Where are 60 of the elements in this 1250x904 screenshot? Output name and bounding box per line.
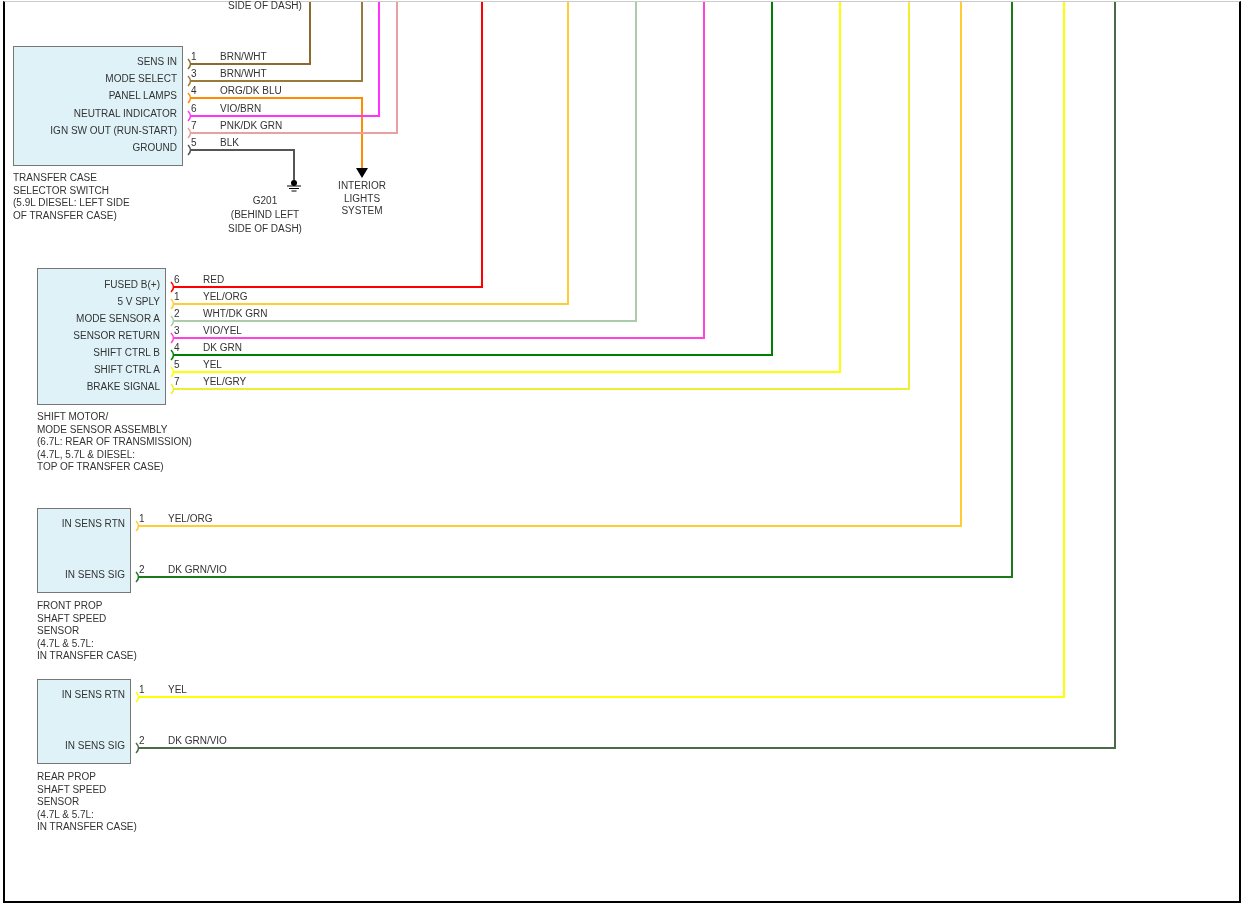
wire-color-label: DK GRN/VIO — [168, 564, 227, 576]
wire-color-label: DK GRN/VIO — [168, 735, 227, 747]
pin-label: IN SENS RTN — [61, 689, 125, 701]
pin-number: 6 — [174, 274, 180, 286]
wire-color-label: DK GRN — [203, 342, 242, 354]
wire-color-label: ORG/DK BLU — [220, 85, 282, 97]
wire-color-label: YEL/GRY — [203, 376, 247, 388]
pin-number: 5 — [191, 137, 197, 149]
destination-label: INTERIOR LIGHTS SYSTEM — [337, 180, 387, 218]
pin-number: 1 — [139, 684, 145, 696]
location-label: SIDE OF DASH) — [228, 0, 302, 12]
pin-number: 7 — [174, 376, 180, 388]
wire-color-label: VIO/BRN — [220, 103, 262, 115]
arrow-head-icon — [356, 168, 368, 178]
pin-number: 1 — [139, 513, 145, 525]
pin-label: SENSOR RETURN — [73, 330, 160, 342]
pin-label: IGN SW OUT (RUN-START) — [50, 125, 177, 137]
pin-number: 4 — [174, 342, 180, 354]
wire-color-label: YEL/ORG — [168, 513, 213, 525]
ground-label: G201 (BEHIND LEFT SIDE OF DASH) — [227, 194, 303, 236]
wire-color-label: BRN/WHT — [220, 51, 267, 63]
pin-number: 3 — [191, 68, 197, 80]
wire-color-label: BLK — [220, 137, 239, 149]
pin-label: MODE SENSOR A — [76, 313, 160, 325]
component-caption: TRANSFER CASE SELECTOR SWITCH (5.9L DIESEL: LEFT SIDE OF TRANSFER CASE) — [13, 172, 130, 222]
component-caption: REAR PROP SHAFT SPEED SENSOR (4.7L & 5.7L: IN TRANSFER CASE) — [37, 771, 137, 834]
wire-color-label: RED — [203, 274, 225, 286]
pin-number: 3 — [174, 325, 180, 337]
pin-number: 6 — [191, 103, 197, 115]
wire-color-label: PNK/DK GRN — [220, 120, 283, 132]
pin-label: GROUND — [132, 142, 177, 154]
ground-icon — [286, 180, 302, 192]
wire-color-label: VIO/YEL — [203, 325, 242, 337]
wire-color-label: BRN/WHT — [220, 68, 267, 80]
pin-label: NEUTRAL INDICATOR — [73, 108, 177, 120]
pin-label: SHIFT CTRL A — [93, 364, 160, 376]
pin-label: SHIFT CTRL B — [93, 347, 160, 359]
pin-label: SENS IN — [137, 56, 177, 68]
pin-label: FUSED B(+) — [104, 279, 160, 291]
pin-number: 1 — [191, 51, 197, 63]
pin-label: PANEL LAMPS — [108, 90, 177, 102]
pin-number: 2 — [174, 308, 180, 320]
wire-color-label: WHT/DK GRN — [203, 308, 268, 320]
pin-label: IN SENS SIG — [65, 569, 125, 581]
pin-label: BRAKE SIGNAL — [86, 381, 160, 393]
pin-number: 7 — [191, 120, 197, 132]
pin-number: 2 — [139, 564, 145, 576]
pin-number: 5 — [174, 359, 180, 371]
pin-label: IN SENS SIG — [65, 740, 125, 752]
pin-label: 5 V SPLY — [117, 296, 160, 308]
pin-number: 1 — [174, 291, 180, 303]
wire-color-label: YEL — [168, 684, 187, 696]
component-caption: FRONT PROP SHAFT SPEED SENSOR (4.7L & 5.7L: IN TRANSFER CASE) — [37, 600, 137, 663]
pin-label: IN SENS RTN — [61, 518, 125, 530]
pin-number: 2 — [139, 735, 145, 747]
pin-label: MODE SELECT — [105, 73, 177, 85]
wire-color-label: YEL/ORG — [203, 291, 248, 303]
wire-color-label: YEL — [203, 359, 222, 371]
pin-number: 4 — [191, 85, 197, 97]
component-caption: SHIFT MOTOR/ MODE SENSOR ASSEMBLY (6.7L: REAR OF TRANSMISSION) (4.7L, 5.7L & DIESEL: TOP OF TRANSFER CASE) — [37, 411, 192, 474]
